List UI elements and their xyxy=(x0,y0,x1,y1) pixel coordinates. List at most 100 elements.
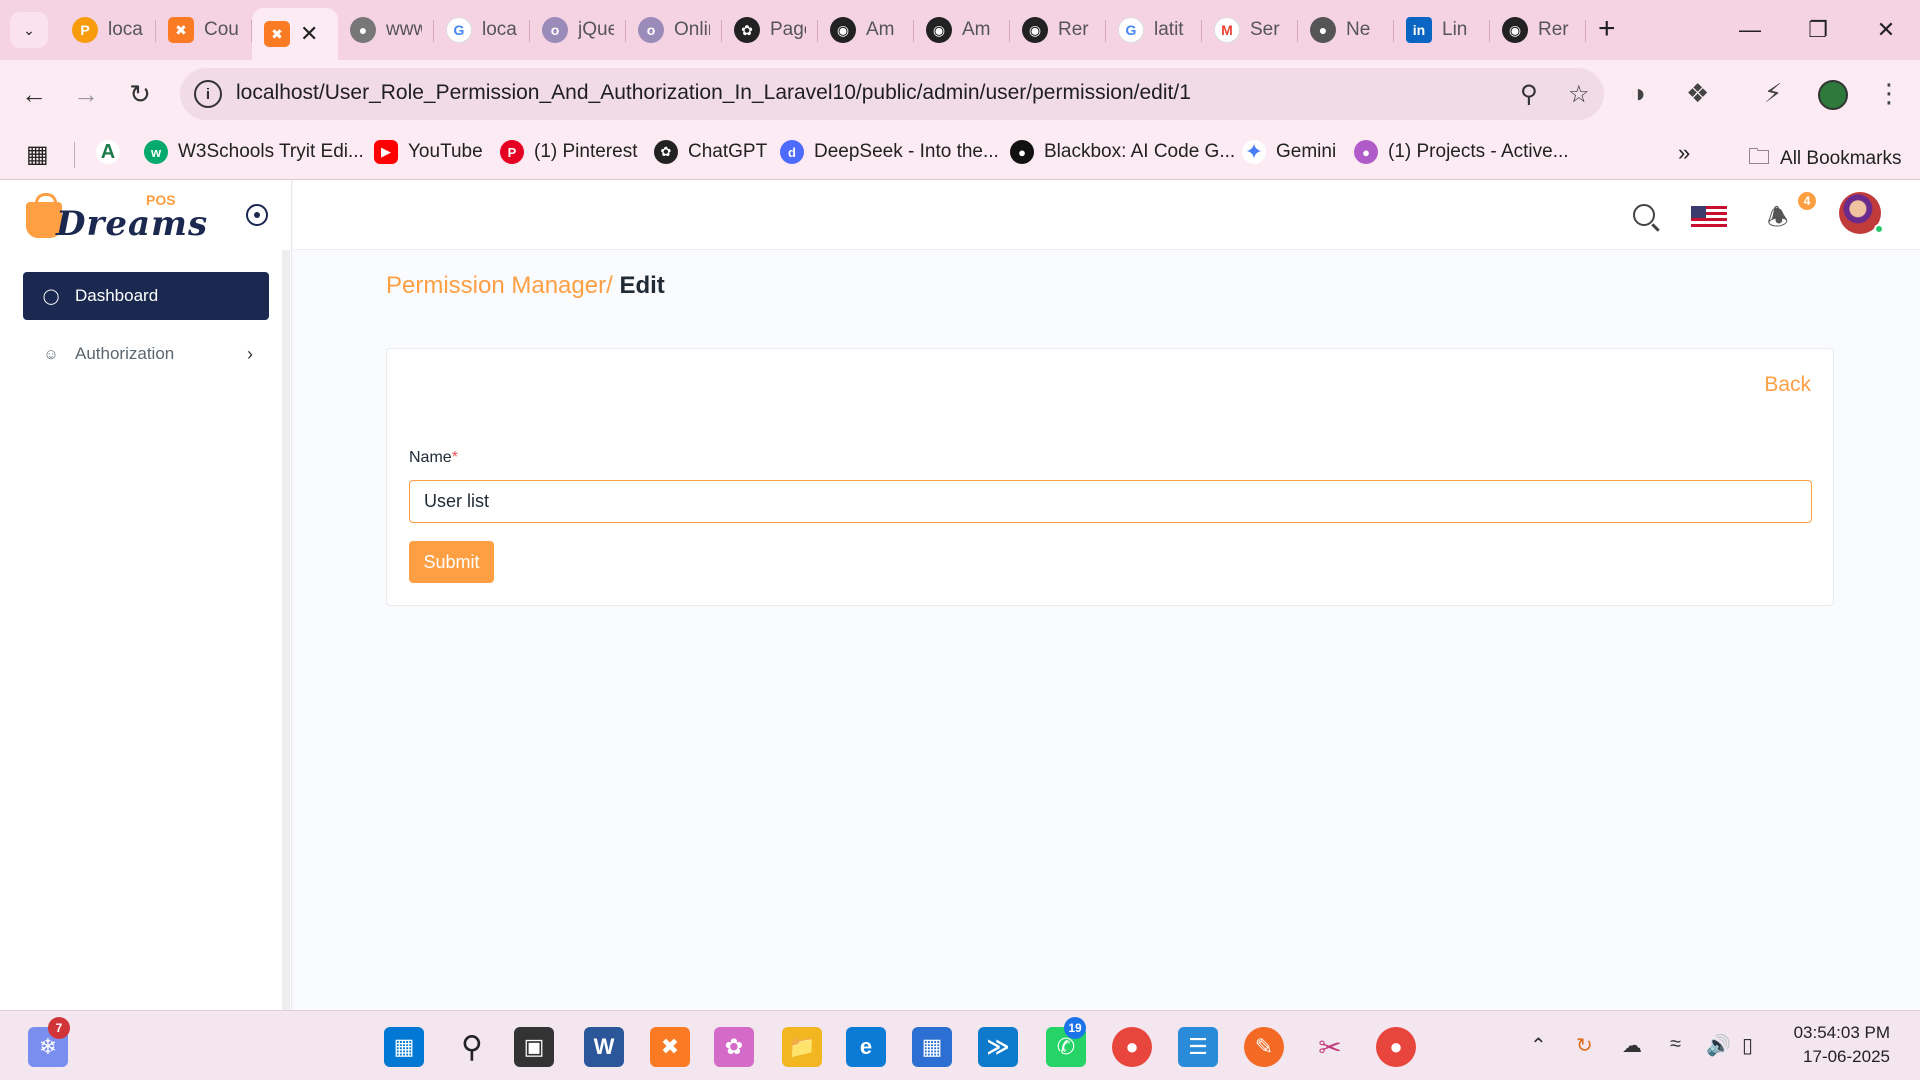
bookmark-youtube[interactable]: ▶ YouTube xyxy=(374,140,483,164)
breadcrumb: Permission Manager/ Edit xyxy=(386,272,665,300)
chatgpt-icon: ✿ xyxy=(654,140,678,164)
address-bar[interactable]: i localhost/User_Role_Permission_And_Aut… xyxy=(180,68,1604,120)
sketch-pen-icon[interactable]: ✎ xyxy=(1244,1027,1284,1067)
tab-xampp-1[interactable]: ✖Coupons xyxy=(156,8,252,52)
globe-icon: ● xyxy=(1310,17,1336,43)
blackbox-icon: ● xyxy=(1010,140,1034,164)
performance-icon[interactable]: ⚡ xyxy=(1764,78,1782,109)
task-view-icon[interactable]: ▣ xyxy=(514,1027,554,1067)
zoom-icon[interactable]: ⚲ xyxy=(1520,80,1538,109)
tab-active-xampp[interactable]: ✖ ✕ xyxy=(252,8,338,60)
tab-search-chevron-icon[interactable]: ⌄ xyxy=(10,12,48,48)
tab-google-localhost[interactable]: Glocalhost xyxy=(434,8,530,52)
reload-icon[interactable]: ↻ xyxy=(120,74,160,114)
clock-time: 03:54:03 PM xyxy=(1793,1023,1890,1042)
minimize-icon[interactable]: — xyxy=(1716,0,1784,60)
us-flag-icon[interactable] xyxy=(1691,206,1727,228)
tab-github-2[interactable]: ◉ Am xyxy=(914,8,1010,52)
name-label: Name* xyxy=(409,449,458,466)
bookmark-a-logo[interactable]: A xyxy=(96,140,120,164)
url-text[interactable]: localhost/User_Role_Permission_And_Autho… xyxy=(236,81,1191,105)
pinterest-icon: P xyxy=(500,140,524,164)
site-info-icon[interactable]: i xyxy=(194,80,222,108)
browser-toolbar: ← → ↻ i localhost/User_Role_Permission_A… xyxy=(0,60,1920,128)
close-window-icon[interactable]: ✕ xyxy=(1852,0,1920,60)
chatgpt-icon: ✿ xyxy=(734,17,760,43)
breadcrumb-permission-manager[interactable]: Permission Manager/ xyxy=(386,272,613,299)
github-icon: ◉ xyxy=(830,17,856,43)
sync-icon[interactable]: ↻ xyxy=(1576,1033,1593,1058)
bookmarks-overflow-icon[interactable]: » xyxy=(1678,140,1690,166)
linkedin-icon: in xyxy=(1406,17,1432,43)
bookmark-chatgpt[interactable]: ✿ ChatGPT xyxy=(654,140,767,164)
extension-globe-icon[interactable]: ◑ xyxy=(1630,78,1646,109)
chrome-profile-icon[interactable]: ● xyxy=(1376,1027,1416,1067)
tab-github-3[interactable]: ◉ Rer xyxy=(1010,8,1106,52)
volume-icon[interactable]: 🔊 xyxy=(1706,1033,1731,1058)
all-bookmarks-folder[interactable]: 🗀 All Bookmarks xyxy=(1748,140,1901,178)
admin-app: Dreams POS ◯ Dashboard ☺ Authorization ›… xyxy=(0,180,1920,1010)
chevron-right-icon: › xyxy=(247,343,253,364)
new-tab-plus-icon[interactable]: + xyxy=(1598,12,1616,46)
sidebar-scrollbar[interactable] xyxy=(282,250,290,1010)
wifi-icon[interactable]: ≈ xyxy=(1670,1033,1681,1056)
forward-arrow-icon[interactable]: → xyxy=(66,74,106,114)
taskbar-search-icon[interactable]: ⚲ xyxy=(452,1027,492,1067)
snipping-tool-icon[interactable]: ✂ xyxy=(1310,1027,1350,1067)
restore-icon[interactable]: ❐ xyxy=(1784,0,1852,60)
app-header: 🕭 4 xyxy=(293,180,1920,250)
extensions-puzzle-icon[interactable]: ❖ xyxy=(1686,78,1709,109)
bookmark-gemini[interactable]: ✦ Gemini xyxy=(1242,139,1336,164)
close-tab-icon[interactable]: ✕ xyxy=(300,21,318,47)
tab-phpmyadmin[interactable]: Plocalhost xyxy=(60,8,156,52)
system-clock[interactable]: 03:54:03 PM 17-06-2025 xyxy=(1794,1021,1890,1069)
profile-avatar-icon[interactable] xyxy=(1818,80,1848,110)
window-controls: — ❐ ✕ xyxy=(1716,0,1920,60)
edge-icon[interactable]: e xyxy=(846,1027,886,1067)
sidebar-item-authorization[interactable]: ☺ Authorization › xyxy=(23,330,269,378)
tab-google-latitude[interactable]: Glatit xyxy=(1106,8,1202,52)
globe-icon: ● xyxy=(350,17,376,43)
bookmark-pinterest[interactable]: P (1) Pinterest xyxy=(500,140,637,164)
cloud-offline-icon[interactable]: ☁ xyxy=(1622,1033,1642,1058)
projects-icon: ● xyxy=(1354,140,1378,164)
name-input[interactable] xyxy=(409,480,1812,523)
word-icon[interactable]: W xyxy=(584,1027,624,1067)
sidebar-item-dashboard[interactable]: ◯ Dashboard xyxy=(23,272,269,320)
chrome-icon[interactable]: ● xyxy=(1112,1027,1152,1067)
tab-globe-ne[interactable]: ● Ne xyxy=(1298,8,1394,52)
bell-icon[interactable]: 🕭 xyxy=(1767,200,1788,241)
bookmark-blackbox[interactable]: ● Blackbox: AI Code G... xyxy=(1010,140,1235,164)
tab-online[interactable]: oOnline xyxy=(626,8,722,52)
edit-permission-card: Back Name* Submit xyxy=(386,348,1834,606)
file-explorer-icon[interactable]: 📁 xyxy=(782,1027,822,1067)
tab-jquery[interactable]: ojQuery xyxy=(530,8,626,52)
microsoft-store-icon[interactable]: ▦ xyxy=(912,1027,952,1067)
bookmark-projects[interactable]: ● (1) Projects - Active... xyxy=(1354,140,1569,164)
back-arrow-icon[interactable]: ← xyxy=(14,74,54,114)
xampp-icon[interactable]: ✖ xyxy=(650,1027,690,1067)
tab-github-1[interactable]: ◉ Am xyxy=(818,8,914,52)
dreams-pos-logo[interactable]: Dreams POS xyxy=(26,190,207,244)
bookmark-w3schools[interactable]: w W3Schools Tryit Edi... xyxy=(144,140,364,164)
vscode-icon[interactable]: ≫ xyxy=(978,1027,1018,1067)
bookmark-deepseek[interactable]: d DeepSeek - Into the... xyxy=(780,140,999,164)
tab-www[interactable]: ● www xyxy=(338,8,434,52)
bookmark-star-icon[interactable]: ☆ xyxy=(1568,80,1590,109)
show-hidden-icons-chevron-icon[interactable]: ⌃ xyxy=(1530,1033,1547,1058)
more-menu-icon[interactable]: ⋮ xyxy=(1876,78,1902,109)
windows-start-icon[interactable]: ▦ xyxy=(384,1027,424,1067)
tab-linkedin[interactable]: in Lin xyxy=(1394,8,1490,52)
tab-gmail[interactable]: M Ser xyxy=(1202,8,1298,52)
submit-button[interactable]: Submit xyxy=(409,541,494,583)
notepad-icon[interactable]: ☰ xyxy=(1178,1027,1218,1067)
battery-icon[interactable]: ▯ xyxy=(1742,1033,1753,1058)
search-icon[interactable] xyxy=(1633,204,1655,226)
back-link[interactable]: Back xyxy=(1764,373,1811,397)
sidebar-toggle-icon[interactable] xyxy=(246,204,268,226)
apps-grid-icon[interactable]: ▦ xyxy=(26,140,49,169)
tab-chatgpt-page[interactable]: ✿Page xyxy=(722,8,818,52)
dashboard-gauge-icon: ◯ xyxy=(42,288,60,305)
tab-github-4[interactable]: ◉ Rer xyxy=(1490,8,1586,52)
copilot-icon[interactable]: ✿ xyxy=(714,1027,754,1067)
